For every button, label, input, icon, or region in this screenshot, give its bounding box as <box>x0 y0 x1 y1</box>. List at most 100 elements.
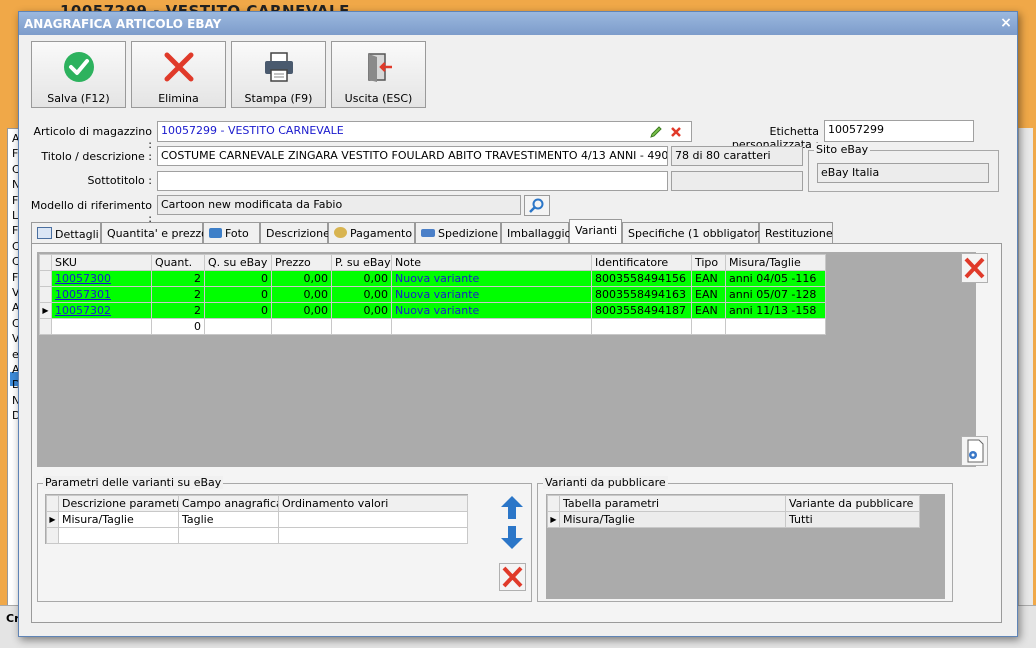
publish-grid[interactable]: Tabella parametri Variante da pubblicare… <box>546 494 945 599</box>
row-indicator <box>39 318 52 335</box>
cell-tipo[interactable]: EAN <box>691 286 726 303</box>
cell-identificatore[interactable]: 8003558494156 <box>591 270 692 287</box>
cell-ordinamento[interactable] <box>278 511 468 528</box>
current-row-arrow-icon: ▶ <box>46 511 59 528</box>
table-row[interactable]: ▶ Misura/Taglie Taglie <box>46 511 468 528</box>
col-header-quant[interactable]: Quant. <box>151 254 205 271</box>
cell-pebay[interactable]: 0,00 <box>331 302 392 319</box>
col-header-prezzo[interactable]: Prezzo <box>271 254 332 271</box>
cell-note[interactable]: Nuova variante <box>391 302 592 319</box>
cell-quant[interactable]: 2 <box>151 302 205 319</box>
cell-identificatore[interactable]: 8003558494163 <box>591 286 692 303</box>
move-up-button[interactable] <box>499 494 525 521</box>
etichetta-field[interactable]: 10057299 <box>824 120 974 142</box>
empty-cell[interactable] <box>58 527 179 544</box>
col-header-ordinamento[interactable]: Ordinamento valori <box>278 495 468 512</box>
sku-link[interactable]: 10057302 <box>51 302 152 319</box>
cell-misura[interactable]: anni 11/13 -158 <box>725 302 826 319</box>
print-button[interactable]: Stampa (F9) <box>231 41 326 108</box>
tab-varianti-label: Varianti <box>575 224 618 237</box>
row-indicator <box>39 286 52 303</box>
delete-button[interactable]: Elimina <box>131 41 226 108</box>
params-grid[interactable]: Descrizione parametro Campo anagrafica O… <box>45 494 468 544</box>
table-row[interactable]: ▶ Misura/Taglie Tutti <box>547 511 920 528</box>
cell-pebay[interactable]: 0,00 <box>331 286 392 303</box>
tab-foto[interactable]: Foto <box>203 222 260 243</box>
col-header-pebay[interactable]: P. su eBay <box>331 254 392 271</box>
tab-dettagli[interactable]: Dettagli <box>31 222 101 243</box>
empty-cell[interactable] <box>278 527 468 544</box>
col-header-qebay[interactable]: Q. su eBay <box>204 254 272 271</box>
cell-prezzo[interactable]: 0,00 <box>271 286 332 303</box>
tab-quantita[interactable]: Quantita' e prezzo <box>101 222 208 243</box>
titolo-field[interactable]: COSTUME CARNEVALE ZINGARA VESTITO FOULAR… <box>157 146 668 166</box>
table-row[interactable]: 10057300 2 0 0,00 0,00 Nuova variante 80… <box>39 270 826 287</box>
col-header-misura[interactable]: Misura/Taglie <box>725 254 826 271</box>
sottotitolo-label: Sottotitolo : <box>87 174 152 187</box>
tab-pagamento[interactable]: Pagamento <box>328 222 415 243</box>
cell-tipo[interactable]: EAN <box>691 302 726 319</box>
row-indicator-header <box>46 495 59 512</box>
col-header-descrizione[interactable]: Descrizione parametro <box>58 495 179 512</box>
cell-identificatore[interactable]: 8003558494187 <box>591 302 692 319</box>
cell-misura[interactable]: anni 05/07 -128 <box>725 286 826 303</box>
cell-descrizione[interactable]: Misura/Taglie <box>58 511 179 528</box>
tab-varianti[interactable]: Varianti <box>569 219 622 244</box>
save-button[interactable]: Salva (F12) <box>31 41 126 108</box>
table-row[interactable]: 10057301 2 0 0,00 0,00 Nuova variante 80… <box>39 286 826 303</box>
cell-qebay[interactable]: 0 <box>204 286 272 303</box>
exit-button[interactable]: Uscita (ESC) <box>331 41 426 108</box>
tab-dettagli-label: Dettagli <box>55 228 99 241</box>
cell-variante[interactable]: Tutti <box>785 511 920 528</box>
table-row[interactable]: ▶ 10057302 2 0 0,00 0,00 Nuova variante … <box>39 302 826 319</box>
cell-campo[interactable]: Taglie <box>178 511 279 528</box>
cell-note[interactable]: Nuova variante <box>391 286 592 303</box>
tab-imballaggio[interactable]: Imballaggio <box>501 222 571 243</box>
table-row[interactable] <box>46 527 468 544</box>
tab-specifiche[interactable]: Specifiche (1 obbligatorie) <box>622 222 773 243</box>
col-header-campo[interactable]: Campo anagrafica <box>178 495 279 512</box>
empty-cell[interactable] <box>178 527 279 544</box>
cell-qebay[interactable]: 0 <box>204 302 272 319</box>
col-header-variante[interactable]: Variante da pubblicare <box>785 495 920 512</box>
col-header-identificatore[interactable]: Identificatore <box>591 254 692 271</box>
move-down-button[interactable] <box>499 524 525 551</box>
articolo-field[interactable]: 10057299 - VESTITO CARNEVALE <box>157 121 692 142</box>
tab-descrizione[interactable]: Descrizione <box>260 222 330 243</box>
sku-link[interactable]: 10057300 <box>51 270 152 287</box>
tab-restituzione[interactable]: Restituzione <box>759 222 833 243</box>
cell-misura[interactable]: anni 04/05 -116 <box>725 270 826 287</box>
cell-prezzo[interactable]: 0,00 <box>271 302 332 319</box>
pencil-icon[interactable] <box>649 125 663 139</box>
tab-quantita-label: Quantita' e prezzo <box>107 227 208 240</box>
variants-header-row: SKU Quant. Q. su eBay Prezzo P. su eBay … <box>39 254 826 271</box>
search-button[interactable] <box>524 195 550 216</box>
col-header-tipo[interactable]: Tipo <box>691 254 726 271</box>
publish-group: Varianti da pubblicare Tabella parametri… <box>537 476 953 602</box>
cell-pebay[interactable]: 0,00 <box>331 270 392 287</box>
cell-tipo[interactable]: EAN <box>691 270 726 287</box>
close-button[interactable]: × <box>998 15 1014 31</box>
sku-link[interactable]: 10057301 <box>51 286 152 303</box>
cell-note[interactable]: Nuova variante <box>391 270 592 287</box>
cell-qebay[interactable]: 0 <box>204 270 272 287</box>
variants-grid[interactable]: SKU Quant. Q. su eBay Prezzo P. su eBay … <box>37 252 976 467</box>
col-header-sku[interactable]: SKU <box>51 254 152 271</box>
delete-variant-button[interactable] <box>961 253 988 283</box>
cell-quant[interactable]: 2 <box>151 286 205 303</box>
clear-icon[interactable] <box>670 126 682 138</box>
red-x-icon <box>964 257 985 279</box>
col-header-note[interactable]: Note <box>391 254 592 271</box>
delete-param-button[interactable] <box>499 563 526 591</box>
cell-prezzo[interactable]: 0,00 <box>271 270 332 287</box>
tab-spedizione[interactable]: Spedizione <box>415 222 501 243</box>
col-header-tabella[interactable]: Tabella parametri <box>559 495 786 512</box>
titolo-value: COSTUME CARNEVALE ZINGARA VESTITO FOULAR… <box>161 149 668 162</box>
generate-variants-button[interactable] <box>961 436 988 466</box>
total-row: 0 <box>39 318 826 335</box>
sottotitolo-field[interactable] <box>157 171 668 191</box>
cell-quant[interactable]: 2 <box>151 270 205 287</box>
modello-value: Cartoon new modificata da Fabio <box>161 198 343 211</box>
cell-tabella[interactable]: Misura/Taglie <box>559 511 786 528</box>
total-cell <box>725 318 826 335</box>
